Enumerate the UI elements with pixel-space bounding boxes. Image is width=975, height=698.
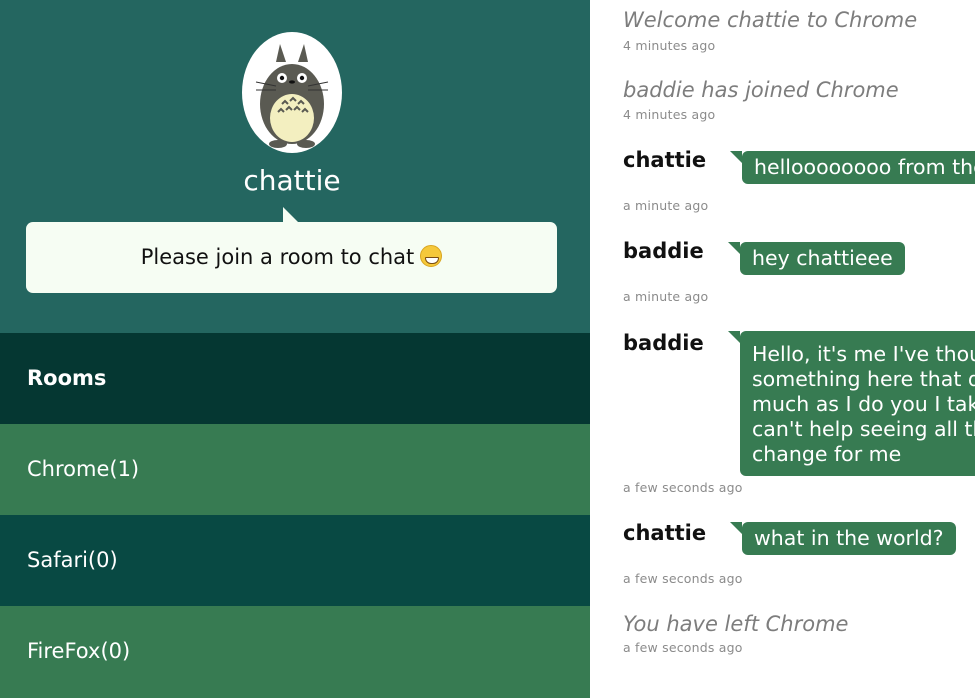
join-room-notice: Please join a room to chat [26,207,557,293]
message-bubble: hey chattieee [728,242,905,275]
message-line: Hello, it's me I've thoug [752,342,975,366]
message-sender: chattie [623,148,707,172]
totoro-icon [242,32,342,153]
message-line: change for me [752,442,902,466]
grinning-face-icon [420,245,443,267]
message-line: can't help seeing all th [752,417,975,441]
system-message: You have left Chrome [623,612,849,636]
notice-label: Please join a room to chat [140,245,415,269]
message-bubble: what in the world? [730,522,956,555]
message-time: 4 minutes ago [623,107,716,122]
message-sender: baddie [623,239,704,263]
profile-panel: chattie Please join a room to chat [0,0,590,333]
message-sender: baddie [623,331,704,355]
system-message: baddie has joined Chrome [623,78,899,102]
message-line: much as I do you I take [752,392,975,416]
message-time: a minute ago [623,198,709,213]
message-bubble: helloooooooo from the [730,151,975,184]
message-time: a few seconds ago [623,640,743,655]
message-time: a few seconds ago [623,480,743,495]
username: chattie [243,164,341,197]
message-sender: chattie [623,521,707,545]
message-time: a few seconds ago [623,571,743,586]
message-bubble: Hello, it's me I've thoug something here… [727,331,975,476]
room-item-safari[interactable]: Safari(0) [0,515,590,606]
rooms-header: Rooms [0,333,590,424]
room-item-firefox[interactable]: FireFox(0) [0,606,590,698]
message-line: something here that do [752,367,975,391]
system-message: Welcome chattie to Chrome [623,8,918,32]
message-time: 4 minutes ago [623,38,716,53]
notice-text: Please join a room to chat [26,222,557,293]
message-time: a minute ago [623,289,709,304]
chat-panel: Welcome chattie to Chrome 4 minutes ago … [590,0,975,698]
room-item-chrome[interactable]: Chrome(1) [0,424,590,515]
sidebar: chattie Please join a room to chat Rooms… [0,0,590,698]
